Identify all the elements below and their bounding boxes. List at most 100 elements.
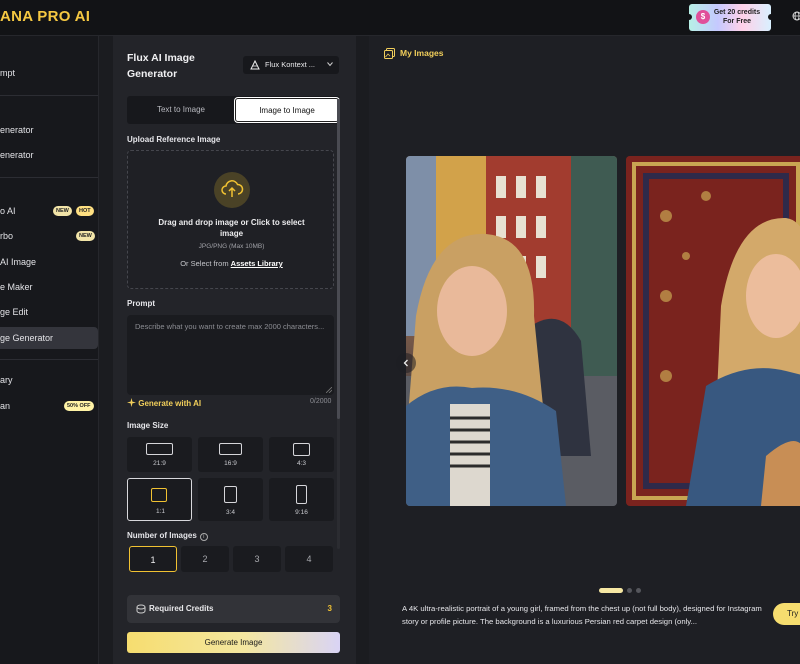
upload-alt-row: Or Select from Assets Library (128, 259, 335, 268)
model-select-value: Flux Kontext ... (265, 60, 316, 69)
sidebar-divider (0, 359, 98, 360)
promo-credits-button[interactable]: $ Get 20 credits For Free (686, 4, 774, 31)
size-label: 9:16 (295, 509, 308, 516)
my-images-title: My Images (400, 48, 444, 58)
upload-dropzone[interactable]: Drag and drop image or Click to select i… (127, 150, 334, 289)
size-label: 3:4 (225, 509, 236, 516)
mode-tabs: Text to Image Image to Image (127, 96, 340, 124)
sparkle-icon (127, 398, 136, 407)
sidebar-item-library[interactable]: ary (0, 369, 98, 391)
size-label: 21:9 (153, 460, 166, 467)
upload-main-text: Drag and drop image or Click to select i… (158, 218, 305, 238)
num-images-option-1[interactable]: 1 (129, 546, 177, 572)
new-badge: NEW (53, 206, 72, 216)
aspect-16-9-icon (219, 443, 242, 455)
try-button[interactable]: Try (773, 603, 800, 625)
portrait-carpet-photo (626, 156, 800, 506)
sidebar-item-generator-1[interactable]: enerator (0, 119, 98, 141)
required-credits-label: Required Credits (149, 604, 214, 613)
generate-with-ai-label: Generate with AI (138, 399, 202, 408)
num-images-option-2[interactable]: 2 (181, 546, 229, 572)
portrait-street-photo (406, 156, 617, 506)
coin-icon: $ (696, 10, 710, 24)
image-caption: A 4K ultra-realistic portrait of a young… (402, 604, 762, 626)
flux-logo-icon (250, 60, 260, 70)
model-select[interactable]: Flux Kontext ... (243, 56, 339, 74)
prompt-textarea[interactable]: Describe what you want to create max 200… (127, 315, 334, 395)
size-option-9-16[interactable]: 9:16 (269, 478, 334, 521)
gallery-panel: My Images A 4K ultra-realistic portrait … (369, 36, 800, 664)
sidebar-item-image-edit[interactable]: ge Edit (0, 301, 98, 323)
promo-notch (686, 14, 692, 20)
chevron-down-icon (327, 62, 333, 67)
coins-icon (136, 604, 146, 614)
sidebar-divider (0, 95, 98, 96)
globe-icon[interactable] (792, 11, 800, 21)
images-icon (384, 48, 395, 59)
sidebar-item-prompt[interactable]: mpt (0, 62, 98, 84)
top-bar: ANA PRO AI $ Get 20 credits For Free (0, 0, 800, 36)
gallery-image-1[interactable] (406, 156, 617, 506)
my-images-header: My Images (384, 48, 444, 59)
sidebar-item-ai-new-hot[interactable]: o AI NEW HOT (0, 200, 98, 222)
size-label: 16:9 (224, 460, 237, 467)
size-option-16-9[interactable]: 16:9 (198, 437, 263, 472)
assets-library-link[interactable]: Assets Library (231, 259, 283, 268)
required-credits-bar: Required Credits 3 (127, 595, 340, 623)
prompt-char-counter: 0/2000 (310, 398, 332, 405)
gallery-image-2[interactable] (626, 156, 800, 506)
generate-image-button[interactable]: Generate Image (127, 632, 340, 653)
chevron-left-icon (403, 359, 408, 367)
resize-handle-icon[interactable] (326, 387, 332, 393)
num-images-label: Number of Images i (127, 531, 208, 541)
carousel-dot[interactable] (636, 588, 641, 593)
sidebar-item-turbo[interactable]: rbo NEW (0, 225, 98, 247)
brand-logo[interactable]: ANA PRO AI (0, 8, 90, 25)
carousel-prev-button[interactable] (396, 353, 416, 373)
sidebar-item-label: o AI (0, 206, 16, 216)
aspect-3-4-icon (224, 486, 237, 503)
upload-format-hint: JPG/PNG (Max 10MB) (198, 243, 265, 250)
panel-scrollbar-thumb[interactable] (337, 99, 340, 419)
size-option-1-1[interactable]: 1:1 (127, 478, 192, 521)
num-images-option-3[interactable]: 3 (233, 546, 281, 572)
cloud-upload-icon (221, 180, 244, 197)
num-images-option-4[interactable]: 4 (285, 546, 333, 572)
size-option-3-4[interactable]: 3:4 (198, 478, 263, 521)
tab-text-to-image[interactable]: Text to Image (129, 98, 233, 122)
generate-with-ai-button[interactable]: Generate with AI (127, 398, 201, 408)
sidebar-item-generator-2[interactable]: enerator (0, 144, 98, 166)
size-label: 1:1 (155, 508, 166, 515)
size-option-4-3[interactable]: 4:3 (269, 437, 334, 472)
aspect-4-3-icon (293, 443, 310, 456)
prompt-placeholder: Describe what you want to create max 200… (135, 322, 325, 331)
sidebar-item-maker[interactable]: e Maker (0, 276, 98, 298)
discount-badge: 50% OFF (64, 401, 94, 411)
info-icon[interactable]: i (199, 533, 208, 541)
aspect-1-1-icon (151, 488, 167, 502)
sidebar-item-image-generator[interactable]: ge Generator (0, 327, 98, 349)
required-credits-value: 3 (327, 604, 332, 613)
sidebar-item-ai-image[interactable]: AI Image (0, 251, 98, 273)
aspect-9-16-icon (296, 485, 307, 504)
num-images-label-text: Number of Images (127, 531, 197, 540)
promo-notch (768, 14, 774, 20)
size-option-21-9[interactable]: 21:9 (127, 437, 192, 472)
upload-label: Upload Reference Image (127, 135, 221, 144)
sidebar-item-plan[interactable]: an 50% OFF (0, 395, 98, 417)
hot-badge: HOT (76, 206, 94, 216)
prompt-label: Prompt (127, 299, 155, 308)
tab-image-to-image[interactable]: Image to Image (235, 98, 339, 122)
sidebar-item-label: an (0, 401, 11, 411)
upload-icon-circle (214, 172, 250, 208)
panel-title: Flux AI Image Generator (127, 52, 195, 80)
carousel-dot-active[interactable] (599, 588, 623, 593)
sidebar-divider (0, 177, 98, 178)
new-badge: NEW (76, 231, 95, 241)
generator-panel: Flux AI Image Generator Flux Kontext ...… (113, 36, 356, 664)
carousel-dot[interactable] (627, 588, 632, 593)
promo-line1: Get 20 credits (713, 9, 761, 16)
aspect-21-9-icon (146, 443, 173, 455)
image-size-label: Image Size (127, 421, 169, 430)
promo-line2: For Free (722, 18, 751, 25)
